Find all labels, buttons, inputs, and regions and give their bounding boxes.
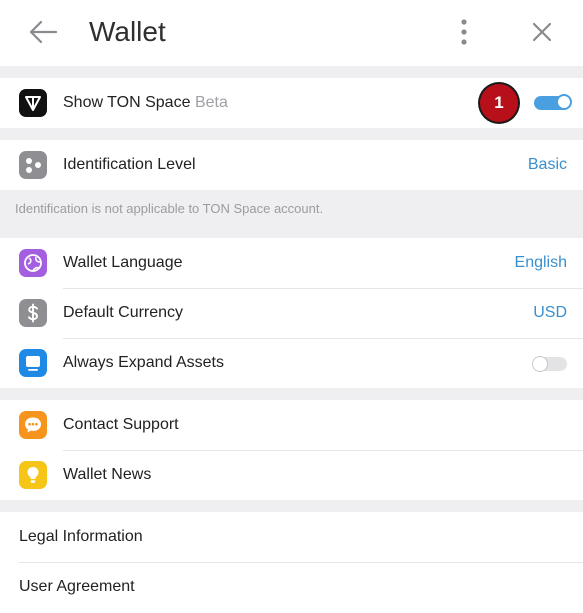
- ton-space-toggle[interactable]: [534, 94, 572, 110]
- identification-level-value: Basic: [527, 156, 567, 173]
- show-ton-space-label: Show TON Space Beta: [63, 78, 228, 128]
- wallet-language-value: English: [514, 254, 567, 271]
- header-bar: Wallet: [0, 0, 583, 66]
- user-agreement-row[interactable]: User Agreement: [0, 562, 583, 612]
- wallet-language-row[interactable]: Wallet Language English: [0, 238, 583, 288]
- default-currency-label: Default Currency: [63, 304, 184, 321]
- page-title: Wallet: [89, 16, 166, 47]
- back-button[interactable]: [26, 17, 60, 47]
- always-expand-assets-toggle[interactable]: [532, 356, 567, 372]
- default-currency-row[interactable]: Default Currency USD: [0, 288, 583, 338]
- more-vertical-icon: [461, 19, 467, 45]
- wallet-settings-page: Wallet Show TON Space Beta 1 Identificat…: [0, 0, 583, 613]
- chat-bubble-icon: [19, 411, 47, 439]
- user-agreement-label: User Agreement: [19, 578, 135, 595]
- globe-icon: [19, 249, 47, 277]
- wallet-language-label: Wallet Language: [63, 254, 183, 271]
- always-expand-assets-label: Always Expand Assets: [63, 354, 224, 371]
- close-button[interactable]: [528, 18, 556, 46]
- toggle-knob: [532, 356, 548, 372]
- beta-tag: Beta: [194, 94, 228, 111]
- wallet-news-label: Wallet News: [63, 466, 152, 483]
- always-expand-assets-row[interactable]: Always Expand Assets: [0, 338, 583, 388]
- step-number-badge: 1: [480, 84, 518, 122]
- contact-support-label: Contact Support: [63, 416, 179, 433]
- more-menu-button[interactable]: [455, 16, 473, 48]
- ton-logo-icon: [19, 89, 47, 117]
- preferences-section: Wallet Language English Default Currency…: [0, 238, 583, 388]
- legal-information-row[interactable]: Legal Information: [0, 512, 583, 562]
- close-icon: [532, 22, 552, 42]
- lightbulb-icon: [19, 461, 47, 489]
- monitor-icon: [19, 349, 47, 377]
- toggle-knob: [556, 94, 572, 110]
- identification-note: Identification is not applicable to TON …: [15, 201, 324, 216]
- identification-level-label: Identification Level: [63, 156, 196, 173]
- default-currency-value: USD: [533, 304, 567, 321]
- legal-information-label: Legal Information: [19, 528, 143, 545]
- show-ton-space-text: Show TON Space: [63, 94, 191, 111]
- support-section: Contact Support Wallet News: [0, 400, 583, 500]
- identification-dots-icon: [19, 151, 47, 179]
- legal-section: Legal Information User Agreement: [0, 512, 583, 613]
- arrow-left-icon: [29, 20, 58, 44]
- dollar-icon: [19, 299, 47, 327]
- wallet-news-row[interactable]: Wallet News: [0, 450, 583, 500]
- contact-support-row[interactable]: Contact Support: [0, 400, 583, 450]
- identification-section: Identification Level Basic: [0, 140, 583, 190]
- identification-level-row[interactable]: Identification Level Basic: [0, 140, 583, 190]
